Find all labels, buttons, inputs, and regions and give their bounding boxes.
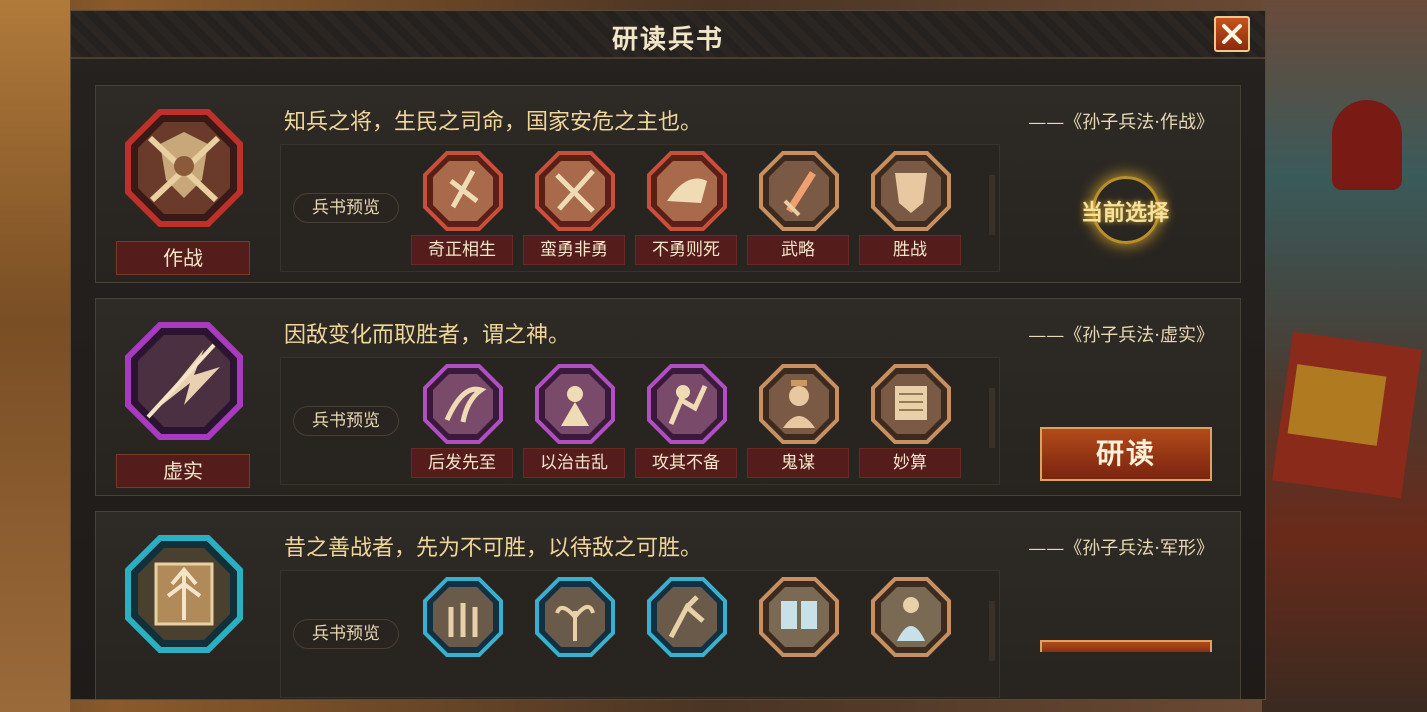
skill-item[interactable] [747,577,851,695]
arrow-formation-shield-icon [124,534,244,654]
soldiers-icon [423,577,503,657]
skill-name: 不勇则死 [635,235,737,265]
background-left [0,0,70,712]
ambush-icon [647,364,727,444]
scroll-icon [871,364,951,444]
card-list[interactable]: 作战 知兵之将，生民之司命，国家安危之主也。 ——《孙子兵法·作战》 兵书预览 … [71,11,1265,699]
swirl-blade-icon [423,364,503,444]
skill-name: 鬼谋 [747,448,849,478]
skill-item[interactable] [635,577,739,695]
preview-label: 兵书预览 [293,619,399,649]
book-card-xushi[interactable]: 虚实 因敌变化而取胜者，谓之神。 ——《孙子兵法·虚实》 兵书预览 后发先至 以… [95,298,1241,496]
skill-item[interactable]: 奇正相生 [411,151,515,269]
skill-item[interactable]: 鬼谋 [747,364,851,482]
advisor-icon [759,364,839,444]
skill-item[interactable]: 武略 [747,151,851,269]
skill-item[interactable] [859,577,963,695]
skill-item[interactable]: 以治击乱 [523,364,627,482]
book-quote: 因敌变化而取胜者，谓之神。 [284,323,571,348]
skill-item[interactable]: 攻其不备 [635,364,739,482]
horn-icon [647,151,727,231]
current-selection-label: 当前选择 [1080,200,1169,226]
skill-item[interactable]: 妙算 [859,364,963,482]
book-source: ——《孙子兵法·虚实》 [1028,325,1214,346]
skill-item[interactable]: 胜战 [859,151,963,269]
background-figure-helmet [1332,100,1402,190]
skill-name: 蛮勇非勇 [523,235,625,265]
banner-shield-icon [871,151,951,231]
strategist-icon [535,364,615,444]
crossed-blades-icon [535,151,615,231]
book-name: 虚实 [116,454,250,488]
preview-label: 兵书预览 [293,193,399,223]
charge-icon [647,577,727,657]
sword-icon [759,151,839,231]
shields-icon [759,577,839,657]
background-right-character [1262,0,1427,712]
broken-arrow-icon [124,321,244,441]
skill-name: 奇正相生 [411,235,513,265]
skill-item[interactable]: 蛮勇非勇 [523,151,627,269]
skills-preview: 兵书预览 后发先至 以治击乱 攻其不备 鬼谋 妙算 [280,357,1000,485]
skills-preview: 兵书预览 奇正相生 蛮勇非勇 不勇则死 武略 胜战 [280,144,1000,272]
crossed-swords-shield-icon [124,108,244,228]
current-selection-badge: 当前选择 [1070,176,1180,246]
skill-item[interactable] [411,577,515,695]
skill-name: 攻其不备 [635,448,737,478]
book-source: ——《孙子兵法·军形》 [1028,538,1214,559]
study-button[interactable]: 研读 [1040,427,1212,481]
book-card-junxing[interactable]: 昔之善战者，先为不可胜，以待敌之可胜。 ——《孙子兵法·军形》 兵书预览 [95,511,1241,699]
book-name: 作战 [116,241,250,275]
skill-name: 武略 [747,235,849,265]
book-card-zuozhan[interactable]: 作战 知兵之将，生民之司命，国家安危之主也。 ——《孙子兵法·作战》 兵书预览 … [95,85,1241,283]
skill-item[interactable] [523,577,627,695]
skill-name: 胜战 [859,235,961,265]
lady-icon [871,577,951,657]
warrior-icon [423,151,503,231]
skills-preview: 兵书预览 [280,570,1000,698]
book-source: ——《孙子兵法·作战》 [1028,112,1214,133]
plant-icon [535,577,615,657]
skill-name: 后发先至 [411,448,513,478]
background-figure-plate [1287,364,1387,446]
skill-name: 妙算 [859,448,961,478]
book-quote: 知兵之将，生民之司命，国家安危之主也。 [284,110,703,135]
book-quote: 昔之善战者，先为不可胜，以待敌之可胜。 [284,536,703,561]
study-button[interactable] [1040,640,1212,652]
skills-scroll-edge [989,175,995,235]
skill-name: 以治击乱 [523,448,625,478]
skill-item[interactable]: 不勇则死 [635,151,739,269]
skills-scroll-edge [989,601,995,661]
preview-label: 兵书预览 [293,406,399,436]
skill-item[interactable]: 后发先至 [411,364,515,482]
study-books-dialog: 研读兵书 作战 知兵之将，生民之司命，国家安危之主也。 ——《孙子兵法·作战》 [70,10,1266,700]
skills-scroll-edge [989,388,995,448]
